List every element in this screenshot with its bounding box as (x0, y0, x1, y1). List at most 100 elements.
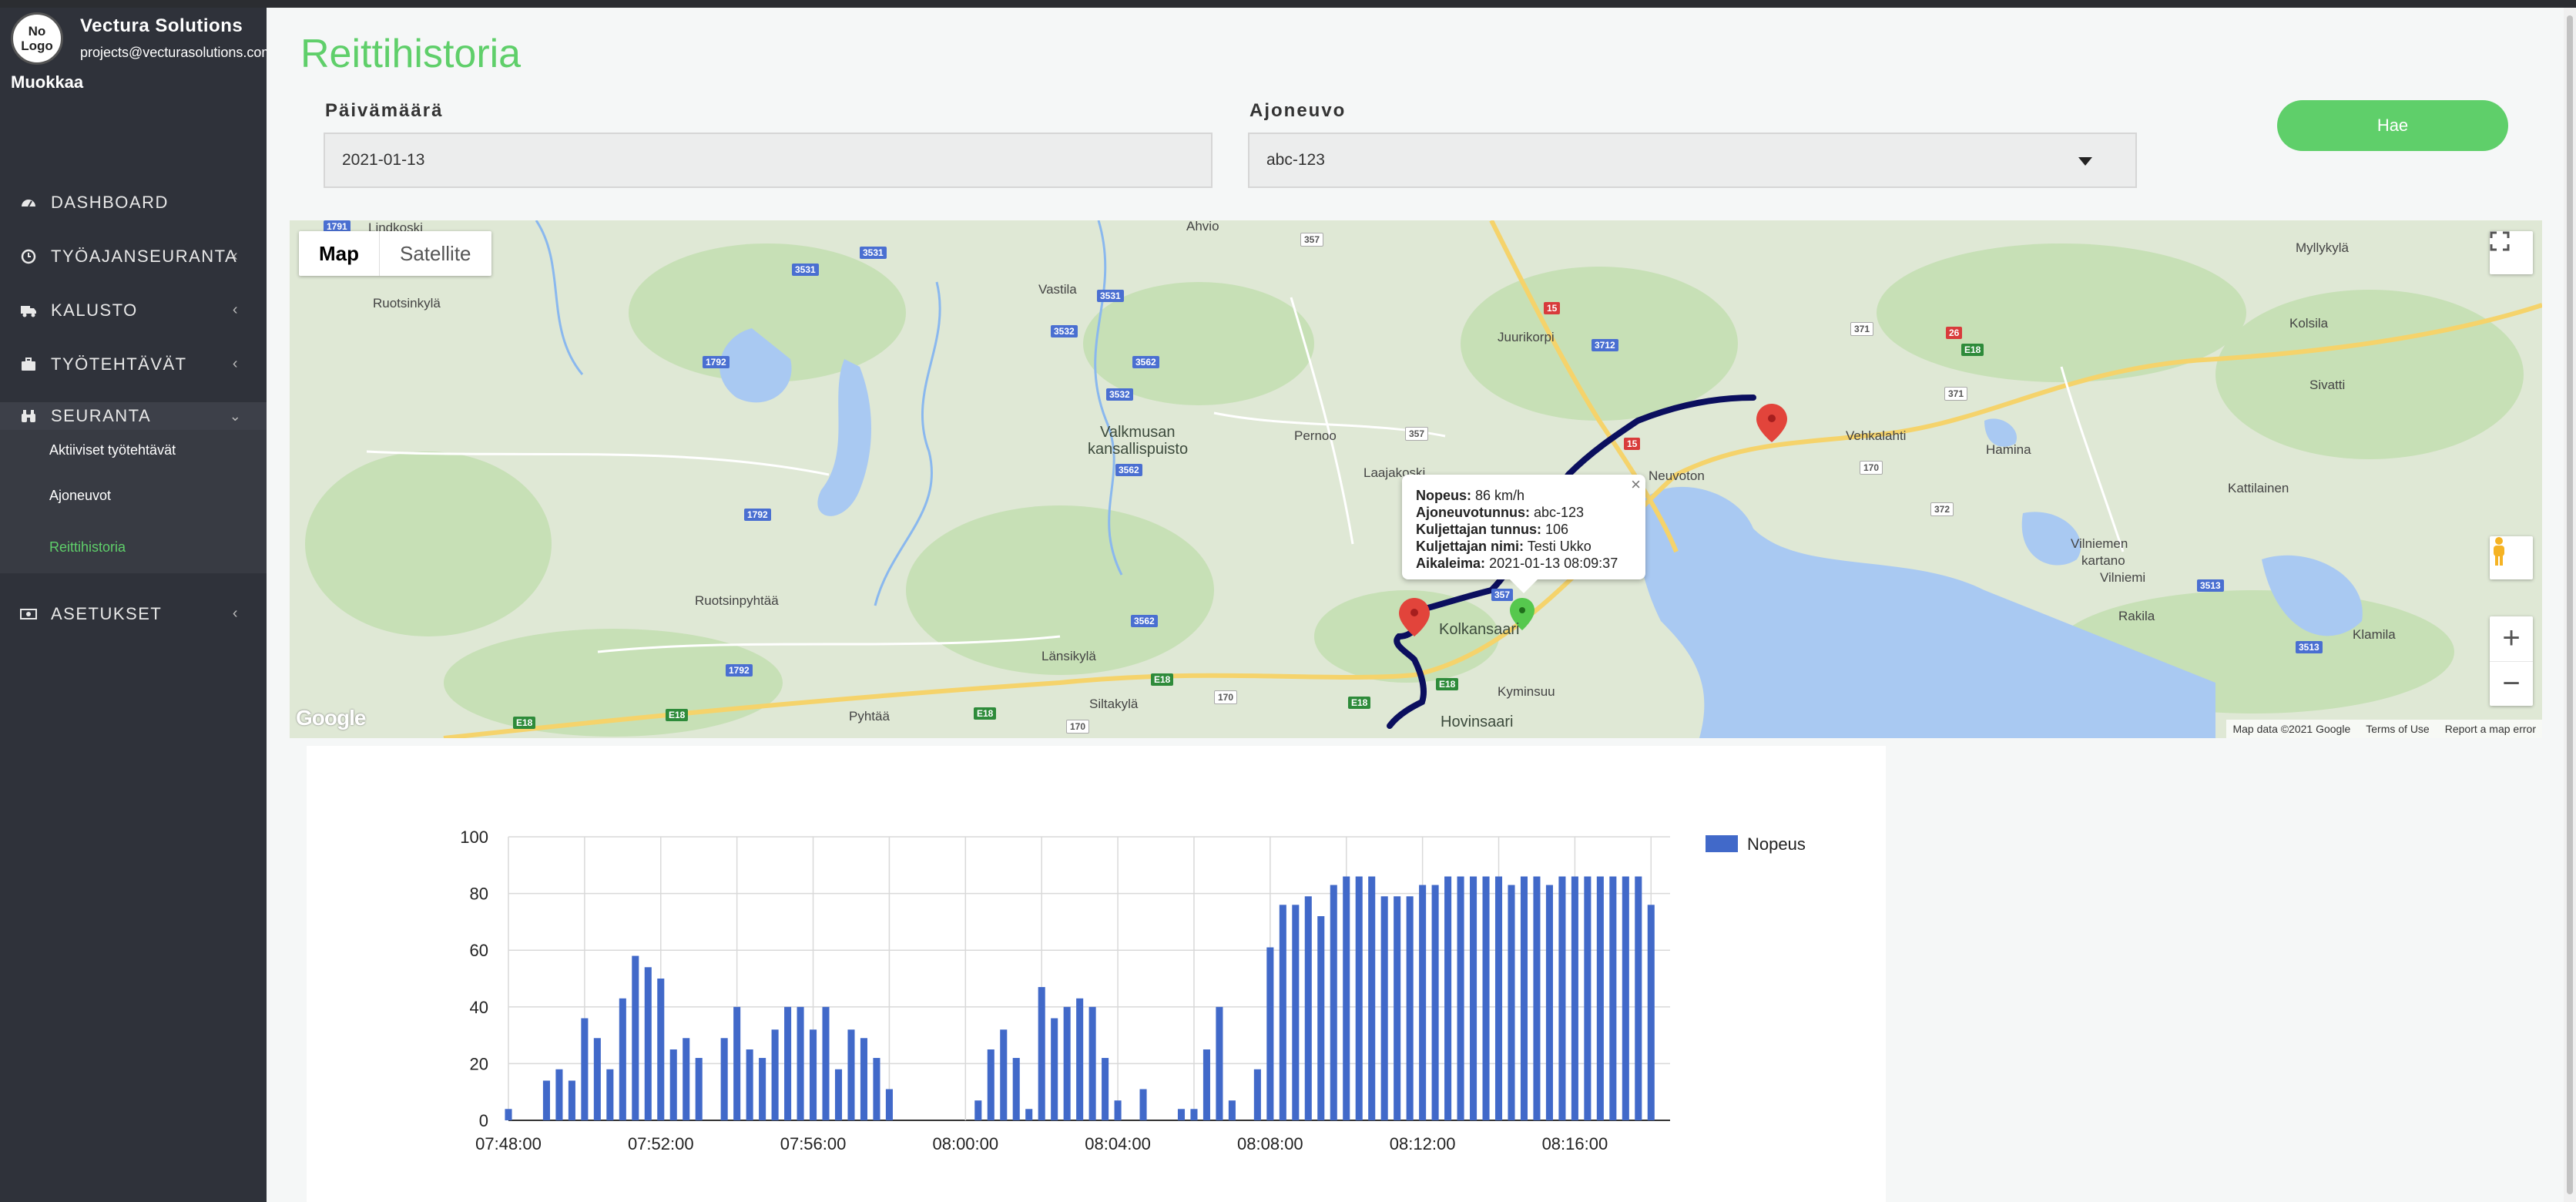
zoom-in-button[interactable]: + (2490, 616, 2533, 662)
vehicle-select[interactable]: abc-123 (1248, 133, 2137, 188)
sidebar-item-kalusto[interactable]: KALUSTO ‹ (0, 284, 267, 337)
speed-bar (1076, 998, 1084, 1120)
info-driver-id-label: Kuljettajan tunnus: (1416, 522, 1541, 537)
edit-profile-link[interactable]: Muokkaa (11, 72, 83, 92)
speed-bar (1088, 1006, 1096, 1120)
speed-bar (1647, 905, 1655, 1120)
speed-bar (1470, 876, 1478, 1120)
speed-bar (822, 1006, 830, 1120)
legend-swatch (1706, 835, 1738, 852)
x-tick-label: 08:08:00 (1237, 1134, 1303, 1153)
x-tick-label: 07:48:00 (475, 1134, 542, 1153)
road-number: 3532 (1051, 325, 1078, 337)
place-label: Vilniemi (2100, 570, 2146, 585)
speed-bar (1609, 876, 1617, 1120)
vehicle-select-value: abc-123 (1266, 151, 1325, 169)
road-number: 1792 (703, 356, 730, 368)
speed-bar (1545, 885, 1553, 1120)
route-map[interactable]: Lindkoski Ahvio Myllykylä Lindkoski Ruot… (290, 220, 2542, 738)
scrollbar-thumb[interactable] (2567, 15, 2573, 1194)
speed-bar (1394, 896, 1401, 1120)
speed-bar (1533, 876, 1541, 1120)
place-label: Ruotsinpyhtää (695, 593, 779, 608)
chevron-left-icon: ‹ (232, 354, 240, 372)
y-tick-label: 40 (470, 998, 488, 1017)
search-button[interactable]: Hae (2277, 100, 2508, 151)
sidebar-item-tyotehtavat[interactable]: TYÖTEHTÄVÄT ‹ (0, 337, 267, 391)
top-bar (0, 0, 2576, 8)
fullscreen-button[interactable] (2490, 231, 2533, 274)
place-label: Neuvoton (1649, 468, 1705, 483)
sidebar-item-seuranta[interactable]: SEURANTA ⌄ (0, 402, 267, 430)
y-tick-label: 20 (470, 1054, 488, 1073)
y-tick-label: 100 (460, 828, 488, 847)
road-number: 26 (1946, 327, 1963, 339)
place-label: Kattilainen (2228, 481, 2289, 495)
speed-bar (1317, 916, 1325, 1120)
submenu-item-ajoneuvot[interactable]: Ajoneuvot (0, 470, 267, 522)
sidebar-item-label: SEURANTA (51, 406, 152, 425)
road-number: 15 (1624, 438, 1641, 450)
road-number: E18 (1151, 673, 1174, 686)
speed-bar (1216, 1006, 1223, 1120)
speed-bar (1177, 1109, 1186, 1120)
sidebar-item-label: DASHBOARD (51, 193, 169, 212)
speed-bar (657, 979, 665, 1120)
place-label: Klamila (2353, 627, 2396, 642)
info-driver-id-row: Kuljettajan tunnus: 106 (1416, 521, 1632, 538)
place-label: Vehkalahti (1846, 428, 1907, 443)
truck-icon (20, 302, 37, 319)
x-tick-label: 08:12:00 (1390, 1134, 1456, 1153)
submenu-item-aktiiviset[interactable]: Aktiiviset työtehtävät (0, 430, 267, 470)
speed-bar (746, 1049, 753, 1120)
speed-bar (1457, 876, 1464, 1120)
company-name: Vectura Solutions (80, 15, 243, 36)
speed-bar (860, 1038, 867, 1120)
sidebar-item-label: ASETUKSET (51, 604, 163, 623)
chevron-left-icon: ‹ (232, 247, 240, 264)
road-number: E18 (1961, 344, 1984, 356)
speed-bar (632, 955, 639, 1120)
sidebar-item-asetukset[interactable]: ASETUKSET ‹ (0, 587, 267, 641)
company-logo: No Logo (11, 12, 63, 65)
report-map-error-link[interactable]: Report a map error (2445, 723, 2536, 735)
place-label: Valkmusan (1100, 424, 1176, 441)
road-number: 3531 (792, 264, 819, 276)
road-number: 170 (1860, 461, 1883, 475)
speed-bar (1051, 1018, 1058, 1120)
speed-bar (1406, 896, 1414, 1120)
speed-bar (1114, 1100, 1122, 1120)
chevron-left-icon: ‹ (232, 604, 240, 622)
sidebar-item-label: TYÖAJANSEURANTA (51, 247, 238, 266)
speed-bar (784, 1006, 792, 1120)
submenu-item-reittihistoria[interactable]: Reittihistoria (0, 522, 267, 573)
info-driver-name-label: Kuljettajan nimi: (1416, 539, 1524, 554)
road-number: 1792 (726, 664, 753, 677)
speed-bar (568, 1080, 575, 1120)
info-speed-label: Nopeus: (1416, 488, 1471, 503)
terms-of-use-link[interactable]: Terms of Use (2366, 723, 2429, 735)
speed-bar (606, 1069, 614, 1120)
speed-bar (1584, 876, 1592, 1120)
map-type-satellite-button[interactable]: Satellite (380, 231, 491, 276)
close-icon[interactable]: × (1631, 476, 1641, 493)
map-type-map-button[interactable]: Map (299, 231, 380, 276)
speed-bar (810, 1029, 817, 1120)
sidebar-item-tyoajanseuranta[interactable]: TYÖAJANSEURANTA ‹ (0, 230, 267, 284)
caret-down-icon (2078, 157, 2092, 166)
speed-bar (1266, 947, 1274, 1120)
street-view-pegman[interactable] (2490, 536, 2533, 579)
date-input[interactable]: 2021-01-13 (324, 133, 1213, 188)
x-tick-label: 08:04:00 (1085, 1134, 1151, 1153)
sidebar-item-dashboard[interactable]: DASHBOARD (0, 176, 267, 230)
logo-text: No Logo (21, 24, 53, 53)
place-label: Juurikorpi (1498, 330, 1555, 344)
zoom-control: + − (2490, 616, 2533, 706)
speed-bar (1444, 876, 1452, 1120)
place-label: Kolsila (2289, 316, 2329, 331)
speed-bar (834, 1069, 843, 1120)
zoom-out-button[interactable]: − (2490, 662, 2533, 707)
speed-bar (1622, 876, 1629, 1120)
speed-bar (1431, 885, 1439, 1120)
speed-bar (1139, 1089, 1147, 1120)
